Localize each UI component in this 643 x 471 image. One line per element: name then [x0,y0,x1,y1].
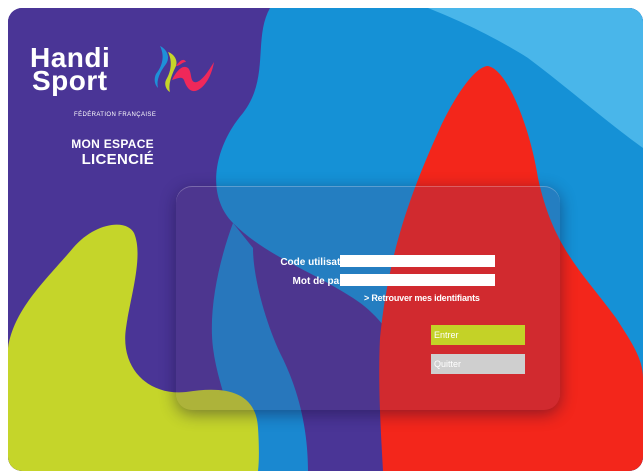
handisport-flame-icon [154,46,214,92]
quit-button[interactable]: Quitter [431,354,525,374]
enter-button[interactable]: Entrer [431,325,525,345]
password-input[interactable] [340,274,495,286]
recover-credentials-link[interactable]: > Retrouver mes identifiants [364,293,480,303]
handisport-logo: Handi Sport FÉDÉRATION FRANÇAISE [30,44,156,119]
title-line-2: LICENCIÉ [81,151,154,168]
username-input[interactable] [340,255,495,267]
espace-licencie-title: MON ESPACE LICENCIÉ [26,137,154,168]
logo-subtitle: FÉDÉRATION FRANÇAISE [74,112,157,118]
login-card: Handi Sport FÉDÉRATION FRANÇAISE MON ESP… [8,8,643,471]
title-line-1: MON ESPACE [71,137,154,151]
logo-word-sport: Sport [32,65,108,96]
